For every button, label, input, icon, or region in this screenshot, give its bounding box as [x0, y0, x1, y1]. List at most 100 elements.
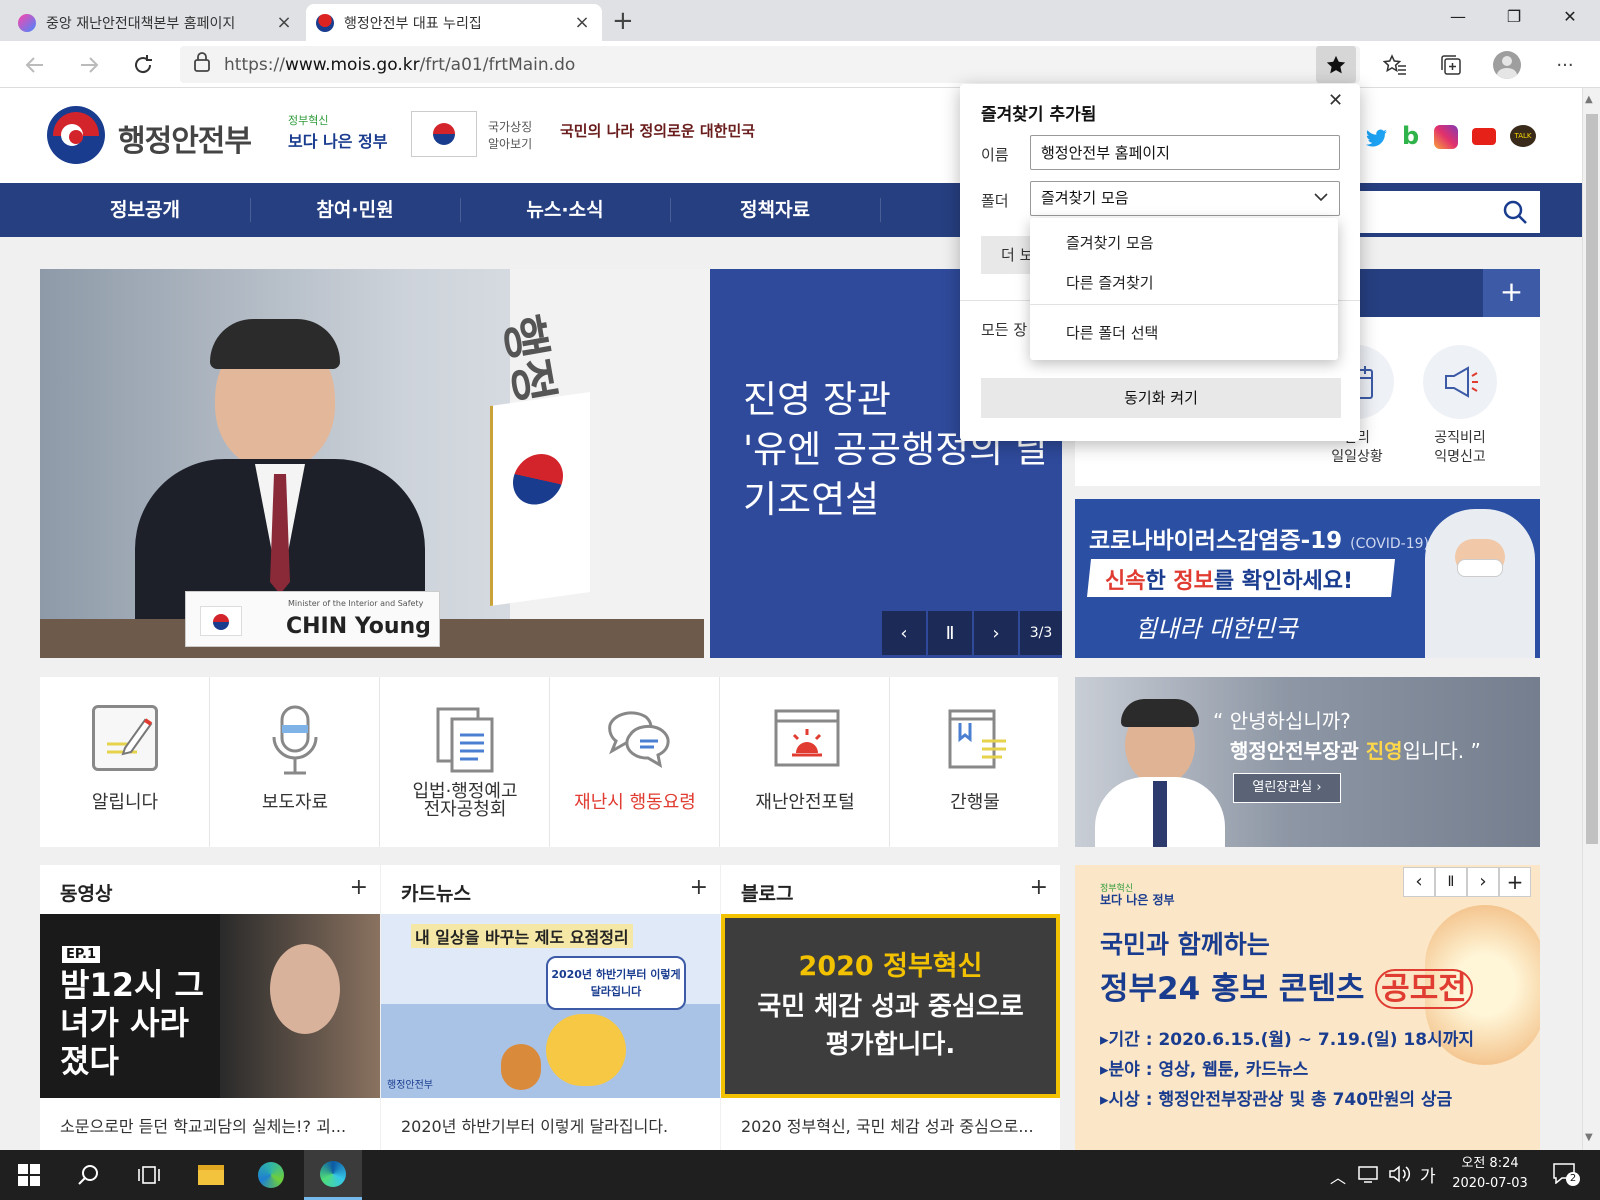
star-icon[interactable] [1316, 46, 1356, 83]
twitter-icon[interactable] [1366, 128, 1388, 152]
blog-icon[interactable]: b [1402, 122, 1419, 150]
quick-link-publications[interactable]: 간행물 [890, 677, 1060, 847]
nav-item-news[interactable]: 뉴스·소식 [460, 183, 670, 237]
tab-disaster[interactable]: 중앙 재난안전대책본부 홈페이지 × [8, 4, 304, 41]
edge-dev-icon[interactable] [242, 1150, 300, 1200]
close-tab-icon[interactable]: × [572, 12, 592, 33]
quick-link-disaster-guide[interactable]: 재난시 행동요령 [550, 677, 720, 847]
covid-banner[interactable]: 코로나바이러스감염증-19 (COVID-19) 신속한 정보를 확인하세요! … [1075, 499, 1540, 658]
folder-label: 폴더 [981, 192, 1009, 210]
windows-start-icon[interactable] [0, 1150, 58, 1200]
slogan-logo[interactable]: 국민의 나라 정의로운 대한민국 [560, 120, 755, 141]
notifications-icon[interactable]: 2 [1552, 1162, 1580, 1188]
contest-next-button[interactable]: › [1467, 867, 1499, 897]
quick-link-legislation[interactable]: 입법·행정예고 전자공청회 [380, 677, 550, 847]
national-symbol-link[interactable]: 국가상징 알아보기 [488, 119, 532, 153]
folder-select[interactable]: 즐겨찾기 모음 [1030, 181, 1340, 216]
contest-item: ▸기간 : 2020.6.15.(월) ~ 7.19.(일) 18시까지 [1100, 1030, 1474, 1050]
quick-link-notice[interactable]: 알립니다 [40, 677, 210, 847]
close-icon[interactable]: ✕ [1328, 90, 1343, 111]
open-minister-office-button[interactable]: 열린장관실 › [1233, 773, 1341, 803]
minimize-button[interactable]: — [1430, 0, 1486, 32]
task-view-icon[interactable] [120, 1150, 178, 1200]
quick-item-report[interactable]: 공직비리 익명신고 [1408, 429, 1512, 467]
profile-icon[interactable] [1490, 48, 1524, 82]
cardnews-thumbnail[interactable]: 내 일상을 바꾸는 제도 요점정리 2020년 하반기부터 이렇게 달라집니다 … [381, 914, 720, 1098]
cardnews-owl [501, 1044, 541, 1090]
innovation-big-text: 보다 나은 정부 [288, 132, 388, 151]
card-title[interactable]: 동영상 [60, 879, 112, 906]
more-icon[interactable]: ··· [1548, 48, 1582, 82]
edge-icon[interactable] [304, 1150, 362, 1200]
close-tab-icon[interactable]: × [274, 12, 294, 33]
video-thumbnail[interactable]: EP.1 밤12시 그녀가 사라졌다 [40, 914, 380, 1098]
nav-item-info[interactable]: 정보공개 [40, 183, 250, 237]
chevron-down-icon[interactable] [1313, 182, 1329, 215]
network-icon[interactable] [1358, 1164, 1380, 1188]
back-icon[interactable] [18, 48, 52, 82]
contest-banner[interactable]: 정부혁신 보다 나은 정부 국민과 함께하는 정부24 홍보 콘텐츠 공모전 ▸… [1075, 865, 1540, 1150]
hero-banner[interactable]: 행정안전부 Minister of the Interior and Safet… [40, 269, 1062, 658]
volume-icon[interactable] [1388, 1164, 1412, 1188]
forward-icon[interactable] [72, 48, 106, 82]
maximize-button[interactable]: ❐ [1486, 0, 1542, 32]
ime-indicator[interactable]: 가 [1420, 1162, 1436, 1187]
instagram-icon[interactable] [1434, 125, 1458, 149]
card-more-button[interactable]: + [350, 875, 368, 900]
scroll-up-icon[interactable]: ▲ [1585, 94, 1593, 105]
file-explorer-icon[interactable] [182, 1150, 240, 1200]
tab-mois[interactable]: 행정안전부 대표 누리집 × [306, 4, 602, 41]
megaphone-icon[interactable] [1423, 345, 1497, 419]
kakaotalk-icon[interactable]: TALK [1510, 125, 1536, 147]
siren-window-icon [772, 705, 840, 771]
innovation-logo[interactable]: 정부혁신 보다 나은 정부 [288, 112, 387, 152]
favorites-icon[interactable] [1378, 48, 1412, 82]
card-caption[interactable]: 2020년 하반기부터 이렇게 달라집니다. [401, 1113, 701, 1137]
hero-prev-button[interactable]: ‹ [882, 611, 926, 655]
search-icon[interactable] [1502, 199, 1528, 229]
address-bar[interactable]: https://www.mois.go.kr/frt/a01/frtMain.d… [180, 46, 1360, 83]
quick-link-press[interactable]: 보도자료 [210, 677, 380, 847]
scroll-down-icon[interactable]: ▼ [1585, 1132, 1593, 1143]
card-caption[interactable]: 2020 정부혁신, 국민 체감 성과 중심으로... [741, 1113, 1041, 1137]
refresh-icon[interactable] [126, 48, 160, 82]
blog-thumbnail[interactable]: 2020 정부혁신 국민 체감 성과 중심으로 평가합니다. [721, 914, 1060, 1098]
quick-menu-plus-button[interactable]: + [1483, 269, 1540, 317]
hero-next-button[interactable]: › [974, 611, 1018, 655]
folder-option-other-favorites[interactable]: 다른 즐겨찾기 [1066, 272, 1154, 293]
collections-icon[interactable] [1434, 48, 1468, 82]
contest-prev-button[interactable]: ‹ [1403, 867, 1435, 897]
favorite-name-input[interactable] [1030, 135, 1340, 170]
search-icon[interactable] [60, 1150, 118, 1200]
folder-option-favorites-bar[interactable]: 즐겨찾기 모음 [1066, 232, 1154, 253]
clock[interactable]: 오전 8:24 2020-07-03 [1450, 1154, 1530, 1194]
minister-greeting-line2: 행정안전부장관 진영입니다. ” [1230, 735, 1481, 764]
covid-sub-mid: 한 [1145, 569, 1174, 594]
new-tab-button[interactable]: + [612, 6, 634, 36]
mois-logo-icon[interactable] [47, 106, 105, 164]
nameplate: Minister of the Interior and Safety CHIN… [185, 591, 440, 647]
contest-pause-button[interactable]: Ⅱ [1435, 867, 1467, 897]
card-title[interactable]: 카드뉴스 [401, 879, 471, 906]
nav-item-policy[interactable]: 정책자료 [670, 183, 880, 237]
national-flag-icon[interactable] [411, 111, 477, 157]
quick-link-safety-portal[interactable]: 재난안전포털 [720, 677, 890, 847]
card-title[interactable]: 블로그 [741, 879, 793, 906]
tray-chevron-up-icon[interactable]: ︿ [1330, 1164, 1346, 1188]
minister-greeting-banner[interactable]: “ 안녕하십니까? 행정안전부장관 진영입니다. ” 열린장관실 › [1075, 677, 1540, 847]
site-logo-text[interactable]: 행정안전부 [118, 116, 252, 160]
scrollbar-thumb[interactable] [1586, 114, 1598, 844]
sync-on-button[interactable]: 동기화 켜기 [981, 378, 1341, 418]
card-more-button[interactable]: + [1030, 875, 1048, 900]
close-window-button[interactable]: ✕ [1542, 0, 1598, 32]
card-more-button[interactable]: + [690, 875, 708, 900]
folder-option-choose-other[interactable]: 다른 폴더 선택 [1066, 322, 1158, 343]
card-caption[interactable]: 소문으로만 듣던 학교괴담의 실체는!? 괴... [60, 1113, 360, 1137]
lock-icon[interactable] [194, 52, 210, 77]
hero-pause-button[interactable]: Ⅱ [928, 611, 972, 655]
contest-line1: 국민과 함께하는 [1100, 930, 1270, 959]
nav-item-participation[interactable]: 참여·민원 [250, 183, 460, 237]
page-scrollbar[interactable]: ▲ ▼ [1582, 88, 1600, 1150]
youtube-icon[interactable] [1472, 128, 1496, 145]
contest-plus-button[interactable]: + [1499, 867, 1531, 897]
